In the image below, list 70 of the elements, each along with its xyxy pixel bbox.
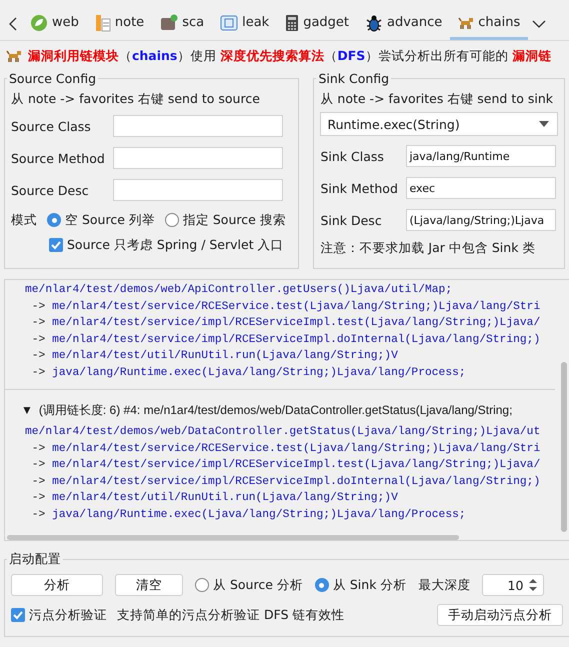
notepad-icon [94,14,111,32]
call-chain-line: -> me/nlar4/test/service/impl/RCEServiceImpl.test(Ljava/lang/String;)Ljava/ [30,458,542,473]
call-chain-line: -> me/nlar4/test/service/impl/RCEServiceImpl.test(Ljava/lang/String;)Ljava/ [30,316,542,331]
field-label: Sink Class [320,148,385,164]
calculator-icon [285,14,300,32]
field-label: Source Desc [11,182,90,198]
call-chain-line: -> me/nlar4/test/service/RCEService.test(Ljava/lang/String;)Ljava/lang/Stri [30,442,542,456]
tab[interactable]: leak [212,8,278,40]
field-label: Source Class [11,118,92,134]
module-description: 漏洞利用链模块（chains）使用 深度优先搜索算法（DFS）尝试分析出所有可能的 漏洞链 [28,48,552,64]
action-button[interactable]: 分析 [11,574,103,596]
radio-label: 空 Source 列举 [65,212,155,228]
input-field[interactable]: java/lang/Runtime [406,145,556,167]
checkbox[interactable] [49,238,63,252]
tab[interactable]: gadget [277,8,358,40]
field-label: Sink Method [320,180,399,196]
radio-label: 从 Source 分析 [213,576,303,594]
leaf-icon [30,14,48,32]
hint-text: 从 note -> favorites 右键 send to sink [320,90,554,108]
field-label: Sink Desc [320,212,383,228]
caret-icon [539,121,549,127]
call-chain-line: me/nlar4/test/demos/web/DataController.getStatus(Ljava/lang/String;)Ljava/ut [25,424,542,440]
radio-button[interactable] [195,578,209,592]
dog-icon [6,49,22,63]
depth-label: 最大深度 [418,576,470,594]
radio-label: 从 Sink 分析 [332,576,406,594]
group-title: Sink Config [317,71,390,86]
input-field[interactable] [113,115,283,137]
tab[interactable]: advance [357,8,450,40]
radio-button[interactable] [47,213,61,227]
checkbox-label: Source 只考虑 Spring / Servlet 入口 [67,236,284,254]
call-chain-line: me/nlar4/test/demos/web/ApiController.getUsers()Ljava/util/Map; [25,282,454,298]
scroll-left-icon[interactable] [8,17,18,31]
note-text: 注意：不要求加载 Jar 中包含 Sink 类 [320,239,536,257]
hint-text: 从 note -> favorites 右键 send to source [11,90,261,108]
call-chain-line: -> java/lang/Runtime.exec(Ljava/lang/String;)Ljava/lang/Process; [30,508,467,522]
chain-header[interactable]: ▼ (调用链长度: 6) #4: me/n1ar4/test/demos/web/DataController.getStatus(Ljava/lang/String; [5,400,555,420]
action-button[interactable]: 清空 [115,574,183,596]
bug-icon [365,14,384,32]
input-field[interactable] [113,147,283,169]
dropdown-caret-icon[interactable] [532,19,546,29]
call-chain-line: -> me/nlar4/test/service/impl/RCEServiceImpl.doInternal(Ljava/lang/String;) [30,474,542,490]
sink-preset-dropdown[interactable]: Runtime.exec(String) [320,112,558,136]
tab[interactable]: sca [152,8,212,40]
manual-taint-button[interactable]: 手动启动污点分析 [437,604,563,626]
checkbox[interactable] [11,608,25,622]
radio-button[interactable] [164,213,179,227]
call-chain-line: -> me/nlar4/test/util/RunUtil.run(Ljava/lang/String;)V [30,490,399,506]
package-icon [160,14,178,32]
input-field[interactable]: (Ljava/lang/String;)Ljava [406,209,556,231]
group-title: Source Config [8,71,98,86]
screen-icon [220,14,238,30]
tab[interactable]: web [22,8,87,40]
tab[interactable]: chains [450,8,528,40]
field-label: Source Method [11,150,106,166]
checkbox-label: 污点分析验证 [29,606,107,624]
input-field[interactable] [113,179,283,201]
call-chain-line: -> me/nlar4/test/service/RCEService.test(Ljava/lang/String;)Ljava/lang/Stri [30,300,542,314]
taint-note: 支持简单的污点分析验证 DFS 链有效性 [117,606,344,624]
input-field[interactable]: exec [406,177,556,199]
radio-button[interactable] [314,578,329,592]
depth-spinner[interactable]: 10 [482,574,544,596]
radio-label: 指定 Source 搜索 [182,212,286,228]
call-chain-line: -> me/nlar4/test/service/impl/RCEServiceImpl.doInternal(Ljava/lang/String;) [30,332,542,348]
call-chain-line: -> me/nlar4/test/util/RunUtil.run(Ljava/lang/String;)V [30,348,399,364]
group-title: 启动配置 [8,551,62,568]
call-chain-line: -> java/lang/Runtime.exec(Ljava/lang/String;)Ljava/lang/Process; [30,366,467,380]
dog-icon [458,16,474,30]
mode-label: 模式 [11,212,37,228]
tab[interactable]: note [86,8,152,40]
